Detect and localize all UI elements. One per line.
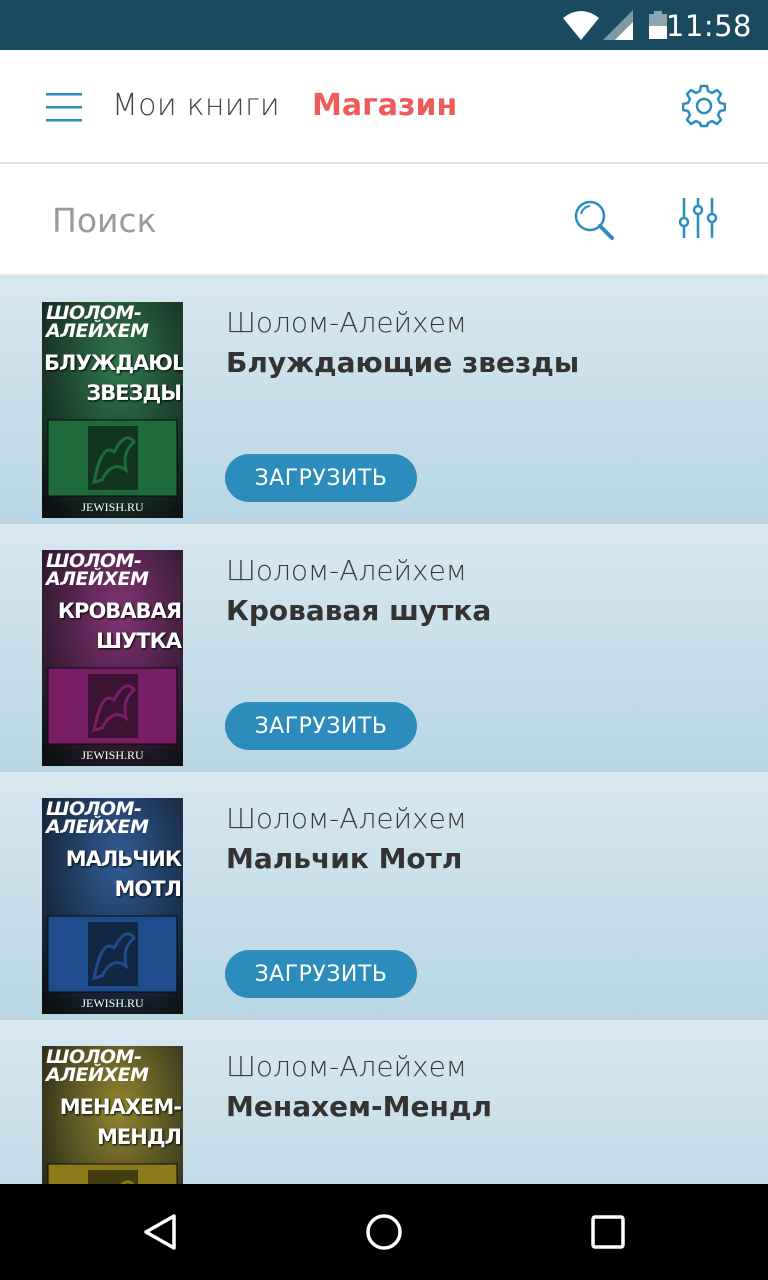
- gear-icon[interactable]: [682, 84, 726, 128]
- system-nav-bar: [0, 1184, 768, 1280]
- search-bar: [0, 164, 768, 274]
- cover-title: МАЛЬЧИК МОТЛ: [65, 847, 182, 901]
- cover-brand: JEWISH.RU: [81, 500, 144, 514]
- search-input[interactable]: [50, 194, 534, 246]
- cover-author: ШОЛОМ-АЛЕЙХЕМ: [46, 1046, 149, 1086]
- cover-title: МЕНАХЕМ-МЕНДЛ: [59, 1095, 182, 1149]
- book-cover[interactable]: ШОЛОМ-АЛЕЙХЕМ МЕНАХЕМ-МЕНДЛ JEWISH.RU: [42, 1046, 183, 1184]
- download-button[interactable]: ЗАГРУЗИТЬ: [225, 454, 417, 502]
- battery-icon: [649, 11, 667, 39]
- book-author: Шолом-Алейхем: [226, 306, 467, 339]
- book-cover[interactable]: ШОЛОМ-АЛЕЙХЕМ МАЛЬЧИК МОТЛ JEWISH.RU: [42, 798, 183, 1014]
- download-button[interactable]: ЗАГРУЗИТЬ: [225, 702, 417, 750]
- cover-brand: JEWISH.RU: [81, 996, 144, 1010]
- cover-author: ШОЛОМ-АЛЕЙХЕМ: [46, 798, 149, 838]
- book-cover[interactable]: ШОЛОМ-АЛЕЙХЕМ КРОВАВАЯ ШУТКА JEWISH.RU: [42, 550, 183, 766]
- book-list-item[interactable]: ШОЛОМ-АЛЕЙХЕМ МЕНАХЕМ-МЕНДЛ JEWISH.RU Шо…: [0, 1020, 768, 1184]
- book-author: Шолом-Алейхем: [226, 554, 467, 587]
- book-title[interactable]: Мальчик Мотл: [226, 842, 462, 875]
- home-icon[interactable]: [364, 1212, 404, 1252]
- download-button[interactable]: ЗАГРУЗИТЬ: [225, 950, 417, 998]
- recent-apps-icon[interactable]: [590, 1214, 626, 1250]
- book-title[interactable]: Кровавая шутка: [226, 594, 491, 627]
- book-author: Шолом-Алейхем: [226, 1050, 467, 1083]
- tab-my-books[interactable]: Мои книги: [112, 88, 280, 123]
- wifi-icon: [563, 11, 599, 40]
- cover-brand: JEWISH.RU: [81, 748, 144, 762]
- cover-title: БЛУЖДАЮЩИЕ ЗВЕЗДЫ: [44, 351, 183, 405]
- cover-author: ШОЛОМ-АЛЕЙХЕМ: [46, 550, 149, 590]
- signal-icon: [603, 10, 633, 40]
- tab-store[interactable]: Магазин: [312, 88, 457, 123]
- back-icon[interactable]: [140, 1212, 180, 1252]
- hamburger-menu-icon[interactable]: [46, 90, 82, 124]
- status-bar: 11:58: [0, 0, 768, 50]
- sliders-filter-icon[interactable]: [676, 196, 720, 240]
- app-header: Мои книги Магазин: [0, 50, 768, 164]
- status-time: 11:58: [665, 9, 752, 43]
- book-list[interactable]: ШОЛОМ-АЛЕЙХЕМ БЛУЖДАЮЩИЕ ЗВЕЗДЫ JEWISH.R…: [0, 276, 768, 1184]
- book-title[interactable]: Менахем-Мендл: [226, 1090, 492, 1123]
- search-icon[interactable]: [572, 198, 616, 242]
- book-cover[interactable]: ШОЛОМ-АЛЕЙХЕМ БЛУЖДАЮЩИЕ ЗВЕЗДЫ JEWISH.R…: [42, 302, 183, 518]
- cover-author: ШОЛОМ-АЛЕЙХЕМ: [46, 302, 149, 342]
- book-title[interactable]: Блуждающие звезды: [226, 346, 579, 379]
- cover-title: КРОВАВАЯ ШУТКА: [57, 599, 182, 653]
- book-author: Шолом-Алейхем: [226, 802, 467, 835]
- book-list-item[interactable]: ШОЛОМ-АЛЕЙХЕМ КРОВАВАЯ ШУТКА JEWISH.RU Ш…: [0, 524, 768, 772]
- book-list-item[interactable]: ШОЛОМ-АЛЕЙХЕМ БЛУЖДАЮЩИЕ ЗВЕЗДЫ JEWISH.R…: [0, 276, 768, 524]
- book-list-item[interactable]: ШОЛОМ-АЛЕЙХЕМ МАЛЬЧИК МОТЛ JEWISH.RU Шол…: [0, 772, 768, 1020]
